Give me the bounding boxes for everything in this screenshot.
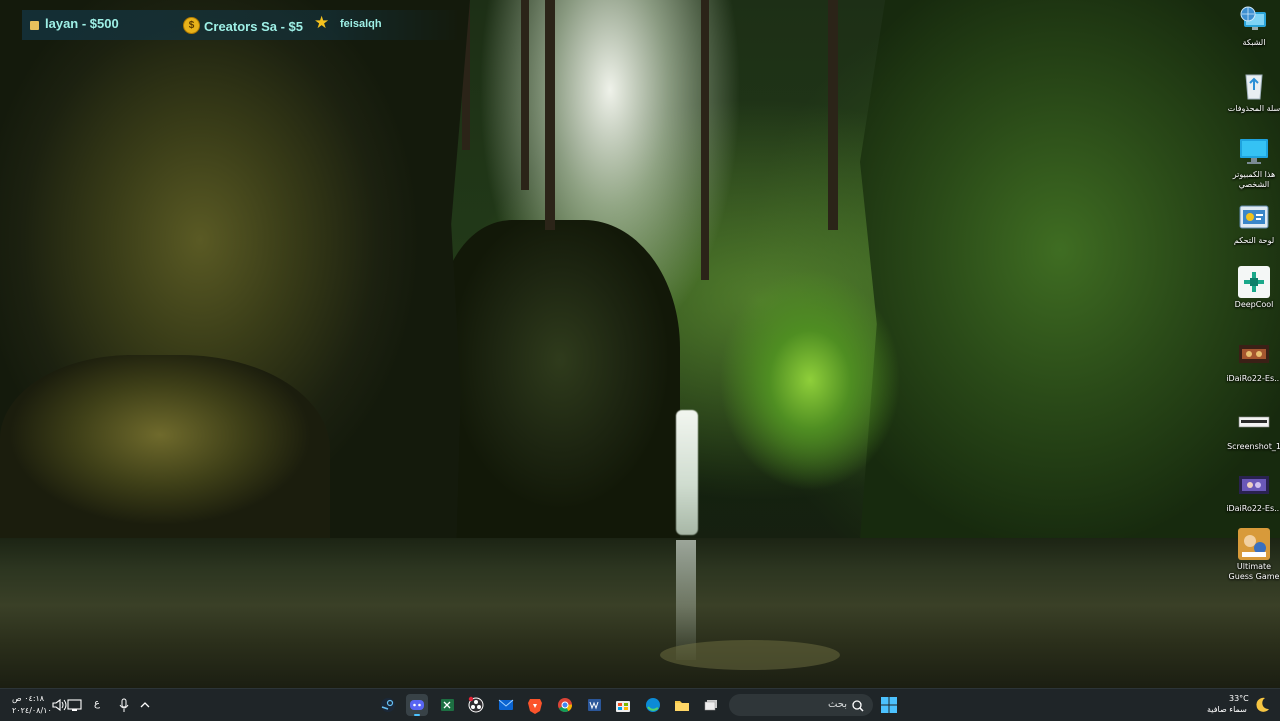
wallpaper-waterfall bbox=[676, 410, 698, 535]
clock-time[interactable]: ٠٤:١٨ ص bbox=[12, 694, 44, 703]
wallpaper-cliff-right bbox=[860, 0, 1280, 540]
desktop-icon-label: iDaiRo22-Es... bbox=[1226, 504, 1280, 513]
search-placeholder: بحث bbox=[827, 699, 847, 710]
control-panel-icon bbox=[1238, 202, 1270, 234]
ticker-item-2: Creators Sa - $5 bbox=[204, 19, 303, 34]
desktop-icon-label: DeepCool bbox=[1234, 300, 1274, 309]
desktop-icon-idairo22-2[interactable]: iDaiRo22-Es... bbox=[1226, 470, 1280, 514]
desktop-icon-label: هذا الكمبيوتر الشخصي bbox=[1232, 170, 1276, 189]
taskbar: ٠٤:١٨ ص ٢٠٢٤/٠٨/١٠ ع بحث 33°C سماء صافية bbox=[0, 688, 1280, 721]
ticker-username: feisalqh bbox=[340, 18, 382, 30]
clock-date[interactable]: ٢٠٢٤/٠٨/١٠ bbox=[12, 706, 52, 715]
desktop-icon-ultimate-guess-game[interactable]: Ultimate Guess Game bbox=[1226, 528, 1280, 582]
ticker-item-1: layan - $500 bbox=[45, 16, 119, 31]
weather-description[interactable]: سماء صافية bbox=[1207, 705, 1247, 714]
file-explorer-icon[interactable] bbox=[671, 694, 693, 716]
wallpaper-tree bbox=[701, 0, 709, 280]
desktop-icon-screenshot-1[interactable]: Screenshot_1 bbox=[1226, 408, 1280, 452]
moon-weather-icon[interactable] bbox=[1251, 694, 1273, 716]
network-status-icon[interactable] bbox=[64, 694, 86, 716]
deepcool-icon bbox=[1238, 266, 1270, 298]
windows-start-icon[interactable] bbox=[878, 694, 900, 716]
task-view-icon[interactable] bbox=[700, 694, 722, 716]
desktop-icon-deepcool[interactable]: DeepCool bbox=[1226, 266, 1280, 310]
desktop-icon-recycle-bin[interactable]: سلة المحذوفات bbox=[1226, 70, 1280, 114]
desktop-icon-network[interactable]: الشبكة bbox=[1226, 4, 1280, 48]
desktop-icon-label: Ultimate Guess Game bbox=[1228, 562, 1280, 581]
monitor-icon bbox=[1238, 136, 1270, 168]
word-icon[interactable] bbox=[583, 694, 605, 716]
game-icon bbox=[1238, 528, 1270, 560]
obs-icon[interactable] bbox=[465, 694, 487, 716]
search-box[interactable]: بحث bbox=[729, 694, 873, 716]
wallpaper-reflection bbox=[676, 540, 696, 660]
desktop-icon-label: سلة المحذوفات bbox=[1227, 104, 1280, 113]
recycle-bin-icon bbox=[1238, 70, 1270, 102]
desktop-icon-label: لوحة التحكم bbox=[1233, 236, 1275, 245]
image-thumbnail-icon bbox=[1238, 408, 1270, 440]
wallpaper-foliage bbox=[700, 250, 920, 530]
desktop-icon-control-panel[interactable]: لوحة التحكم bbox=[1226, 202, 1280, 246]
desktop-wallpaper bbox=[0, 0, 1280, 688]
wallpaper-mossy-rock bbox=[0, 355, 330, 565]
network-icon bbox=[1238, 4, 1270, 36]
brave-icon[interactable] bbox=[524, 694, 546, 716]
search-icon bbox=[851, 698, 865, 712]
wallpaper-tree bbox=[545, 0, 555, 230]
desktop-icon-label: iDaiRo22-Es... bbox=[1226, 374, 1280, 383]
discord-icon[interactable] bbox=[406, 694, 428, 716]
desktop-icon-this-pc[interactable]: هذا الكمبيوتر الشخصي bbox=[1226, 136, 1280, 190]
chevron-up-icon[interactable] bbox=[134, 694, 156, 716]
chrome-icon[interactable] bbox=[554, 694, 576, 716]
weather-temp[interactable]: 33°C bbox=[1229, 694, 1249, 703]
ticker-bullet-icon bbox=[30, 21, 39, 30]
wallpaper-glint bbox=[660, 640, 840, 670]
edge-icon[interactable] bbox=[642, 694, 664, 716]
image-thumbnail-icon bbox=[1238, 340, 1270, 372]
image-thumbnail-icon bbox=[1238, 470, 1270, 502]
microphone-icon[interactable] bbox=[113, 694, 135, 716]
wallpaper-tree bbox=[521, 0, 529, 190]
wallpaper-pool bbox=[0, 538, 1280, 688]
mail-icon[interactable] bbox=[495, 694, 517, 716]
desktop-icon-label: الشبكة bbox=[1242, 38, 1266, 47]
star-icon: ★ bbox=[314, 13, 330, 33]
desktop-icon-idairo22-1[interactable]: iDaiRo22-Es... bbox=[1226, 340, 1280, 384]
excel-icon[interactable] bbox=[436, 694, 458, 716]
steam-icon[interactable] bbox=[377, 694, 399, 716]
wallpaper-rock bbox=[440, 220, 680, 540]
wallpaper-tree bbox=[828, 0, 838, 230]
language-indicator[interactable]: ع bbox=[94, 698, 100, 709]
dollar-coin-icon: $ bbox=[183, 17, 200, 34]
store-icon[interactable] bbox=[612, 694, 634, 716]
donation-ticker: layan - $500 $ Creators Sa - $5 ★ feisal… bbox=[22, 10, 460, 40]
desktop-icon-label: Screenshot_1 bbox=[1227, 442, 1280, 451]
